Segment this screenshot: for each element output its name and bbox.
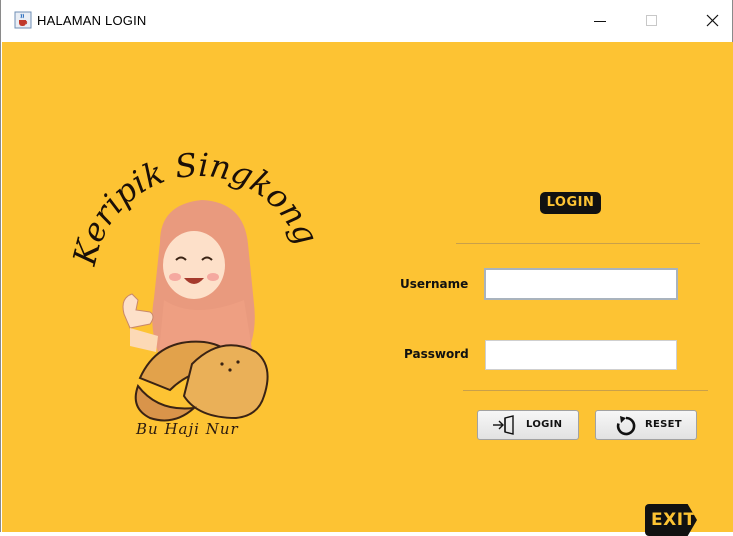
title-bar[interactable]: HALAMAN LOGIN	[1, 0, 732, 42]
reset-arrow-icon	[615, 415, 637, 442]
window-title: HALAMAN LOGIN	[37, 13, 147, 28]
exit-button[interactable]: EXIT	[645, 504, 697, 536]
maximize-icon	[646, 15, 657, 26]
login-window: HALAMAN LOGIN Keripik Singkong	[0, 0, 733, 536]
login-heading: LOGIN	[540, 192, 601, 214]
username-label: Username	[400, 277, 469, 291]
divider-top	[456, 243, 700, 244]
username-input[interactable]	[484, 268, 678, 300]
maximize-button[interactable]	[635, 0, 681, 42]
reset-button[interactable]: RESET	[595, 410, 697, 440]
close-icon	[706, 14, 719, 27]
java-cup-icon	[14, 11, 32, 29]
brand-logo: Keripik Singkong	[72, 146, 322, 422]
reset-button-label: RESET	[645, 419, 682, 430]
password-input[interactable]	[485, 340, 677, 370]
minimize-icon	[594, 21, 606, 22]
login-button-label: LOGIN	[526, 419, 563, 430]
login-button[interactable]: LOGIN	[477, 410, 579, 440]
close-button[interactable]	[687, 0, 733, 42]
login-panel: Keripik Singkong	[2, 42, 733, 536]
logo-signature: Bu Haji Nur	[136, 420, 239, 438]
enter-door-icon	[492, 415, 516, 440]
divider-bottom	[463, 390, 708, 391]
password-label: Password	[404, 347, 469, 361]
minimize-button[interactable]	[581, 0, 627, 42]
